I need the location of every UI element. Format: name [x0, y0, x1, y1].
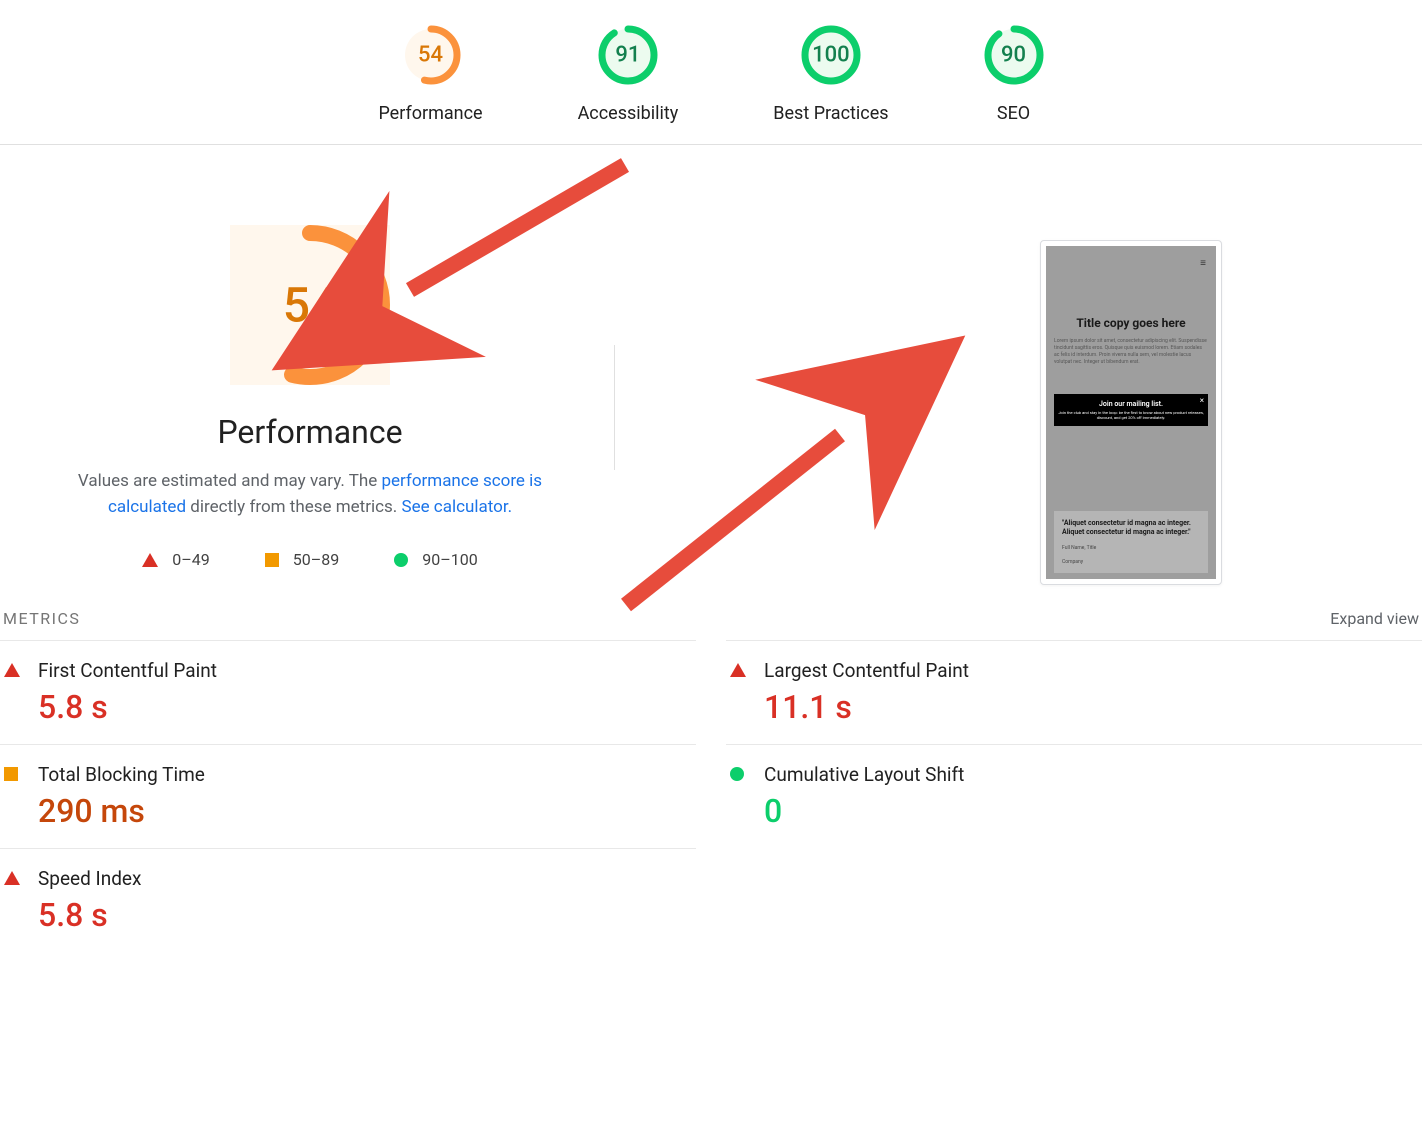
metrics-header: METRICS Expand view — [0, 609, 1422, 628]
preview-popup-banner: × Join our mailing list. Join the club a… — [1054, 394, 1208, 426]
desc-text-mid: directly from these metrics. — [186, 497, 401, 517]
score-label: SEO — [997, 103, 1030, 124]
preview-quote-company: Company — [1062, 559, 1200, 565]
metric-row[interactable]: Cumulative Layout Shift 0 — [726, 744, 1422, 848]
metric-value: 0 — [764, 792, 964, 830]
circle-green-icon — [730, 767, 744, 781]
expand-view-button[interactable]: Expand view — [1330, 609, 1419, 628]
legend-range: 90–100 — [422, 550, 477, 569]
preview-quote-name: Full Name, Title — [1062, 545, 1200, 551]
metric-value: 290 ms — [38, 792, 205, 830]
hamburger-icon: ≡ — [1200, 258, 1206, 269]
preview-headline: Title copy goes here — [1046, 316, 1216, 330]
score-tab-best-practices[interactable]: 100 Best Practices — [773, 25, 888, 124]
score-gauge: 54 — [401, 25, 461, 85]
score-legend: 0–49 50–89 90–100 — [0, 550, 620, 569]
performance-description: Values are estimated and may vary. The p… — [0, 469, 620, 520]
circle-green-icon — [394, 553, 408, 567]
metrics-grid: First Contentful Paint 5.8 s Total Block… — [0, 640, 1422, 952]
metrics-heading: METRICS — [3, 609, 80, 628]
performance-score-value: 54 — [283, 277, 338, 334]
score-tab-performance[interactable]: 54 Performance — [378, 25, 482, 124]
metrics-column-left: First Contentful Paint 5.8 s Total Block… — [0, 640, 696, 952]
metric-value: 11.1 s — [764, 688, 969, 726]
score-tab-accessibility[interactable]: 91 Accessibility — [578, 25, 679, 124]
metric-value: 5.8 s — [38, 896, 141, 934]
performance-title: Performance — [0, 413, 620, 451]
score-label: Best Practices — [773, 103, 888, 124]
performance-summary: 54 Performance Values are estimated and … — [0, 225, 620, 569]
vertical-divider — [614, 345, 615, 470]
metric-name: Speed Index — [38, 867, 141, 890]
triangle-red-icon — [730, 663, 746, 677]
annotation-arrow-icon — [618, 420, 858, 614]
score-tab-seo[interactable]: 90 SEO — [984, 25, 1044, 124]
metric-name: First Contentful Paint — [38, 659, 217, 682]
score-value: 90 — [1001, 43, 1026, 68]
metric-row[interactable]: Largest Contentful Paint 11.1 s — [726, 640, 1422, 744]
score-value: 100 — [812, 43, 850, 68]
score-gauge: 90 — [984, 25, 1044, 85]
close-icon: × — [1200, 396, 1204, 405]
metric-name: Cumulative Layout Shift — [764, 763, 964, 786]
page-screenshot-preview: ≡ Title copy goes here Lorem ipsum dolor… — [1040, 240, 1222, 585]
metric-row[interactable]: First Contentful Paint 5.8 s — [0, 640, 696, 744]
legend-poor: 0–49 — [142, 550, 209, 569]
square-orange-icon — [4, 767, 18, 781]
legend-good: 90–100 — [394, 550, 477, 569]
see-calculator-link[interactable]: See calculator. — [401, 497, 512, 517]
square-orange-icon — [265, 553, 279, 567]
performance-section: 54 Performance Values are estimated and … — [0, 145, 1422, 569]
preview-testimonial: "Aliquet consectetur id magna ac integer… — [1054, 511, 1208, 573]
score-gauge: 100 — [801, 25, 861, 85]
performance-gauge-large: 54 — [230, 225, 390, 385]
metric-row[interactable]: Speed Index 5.8 s — [0, 848, 696, 952]
triangle-red-icon — [4, 663, 20, 677]
metric-row[interactable]: Total Blocking Time 290 ms — [0, 744, 696, 848]
legend-range: 0–49 — [172, 550, 209, 569]
legend-range: 50–89 — [293, 550, 339, 569]
score-value: 91 — [615, 43, 640, 68]
metric-value: 5.8 s — [38, 688, 217, 726]
score-value: 54 — [418, 43, 443, 68]
preview-banner-subtitle: Join the club and stay in the loop: be t… — [1058, 410, 1204, 420]
triangle-red-icon — [4, 871, 20, 885]
score-label: Performance — [378, 103, 482, 124]
metric-name: Total Blocking Time — [38, 763, 205, 786]
triangle-red-icon — [142, 553, 158, 567]
score-gauge: 91 — [598, 25, 658, 85]
score-label: Accessibility — [578, 103, 679, 124]
top-scores-row: 54 Performance 91 Accessibility 100 Best… — [0, 0, 1422, 145]
preview-body-text: Lorem ipsum dolor sit amet, consectetur … — [1054, 338, 1208, 366]
desc-text: Values are estimated and may vary. The — [78, 471, 382, 491]
metric-name: Largest Contentful Paint — [764, 659, 969, 682]
preview-banner-title: Join our mailing list. — [1058, 400, 1204, 408]
legend-needs-improvement: 50–89 — [265, 550, 339, 569]
metrics-column-right: Largest Contentful Paint 11.1 s Cumulati… — [726, 640, 1422, 952]
preview-quote-text: "Aliquet consectetur id magna ac integer… — [1062, 519, 1200, 537]
